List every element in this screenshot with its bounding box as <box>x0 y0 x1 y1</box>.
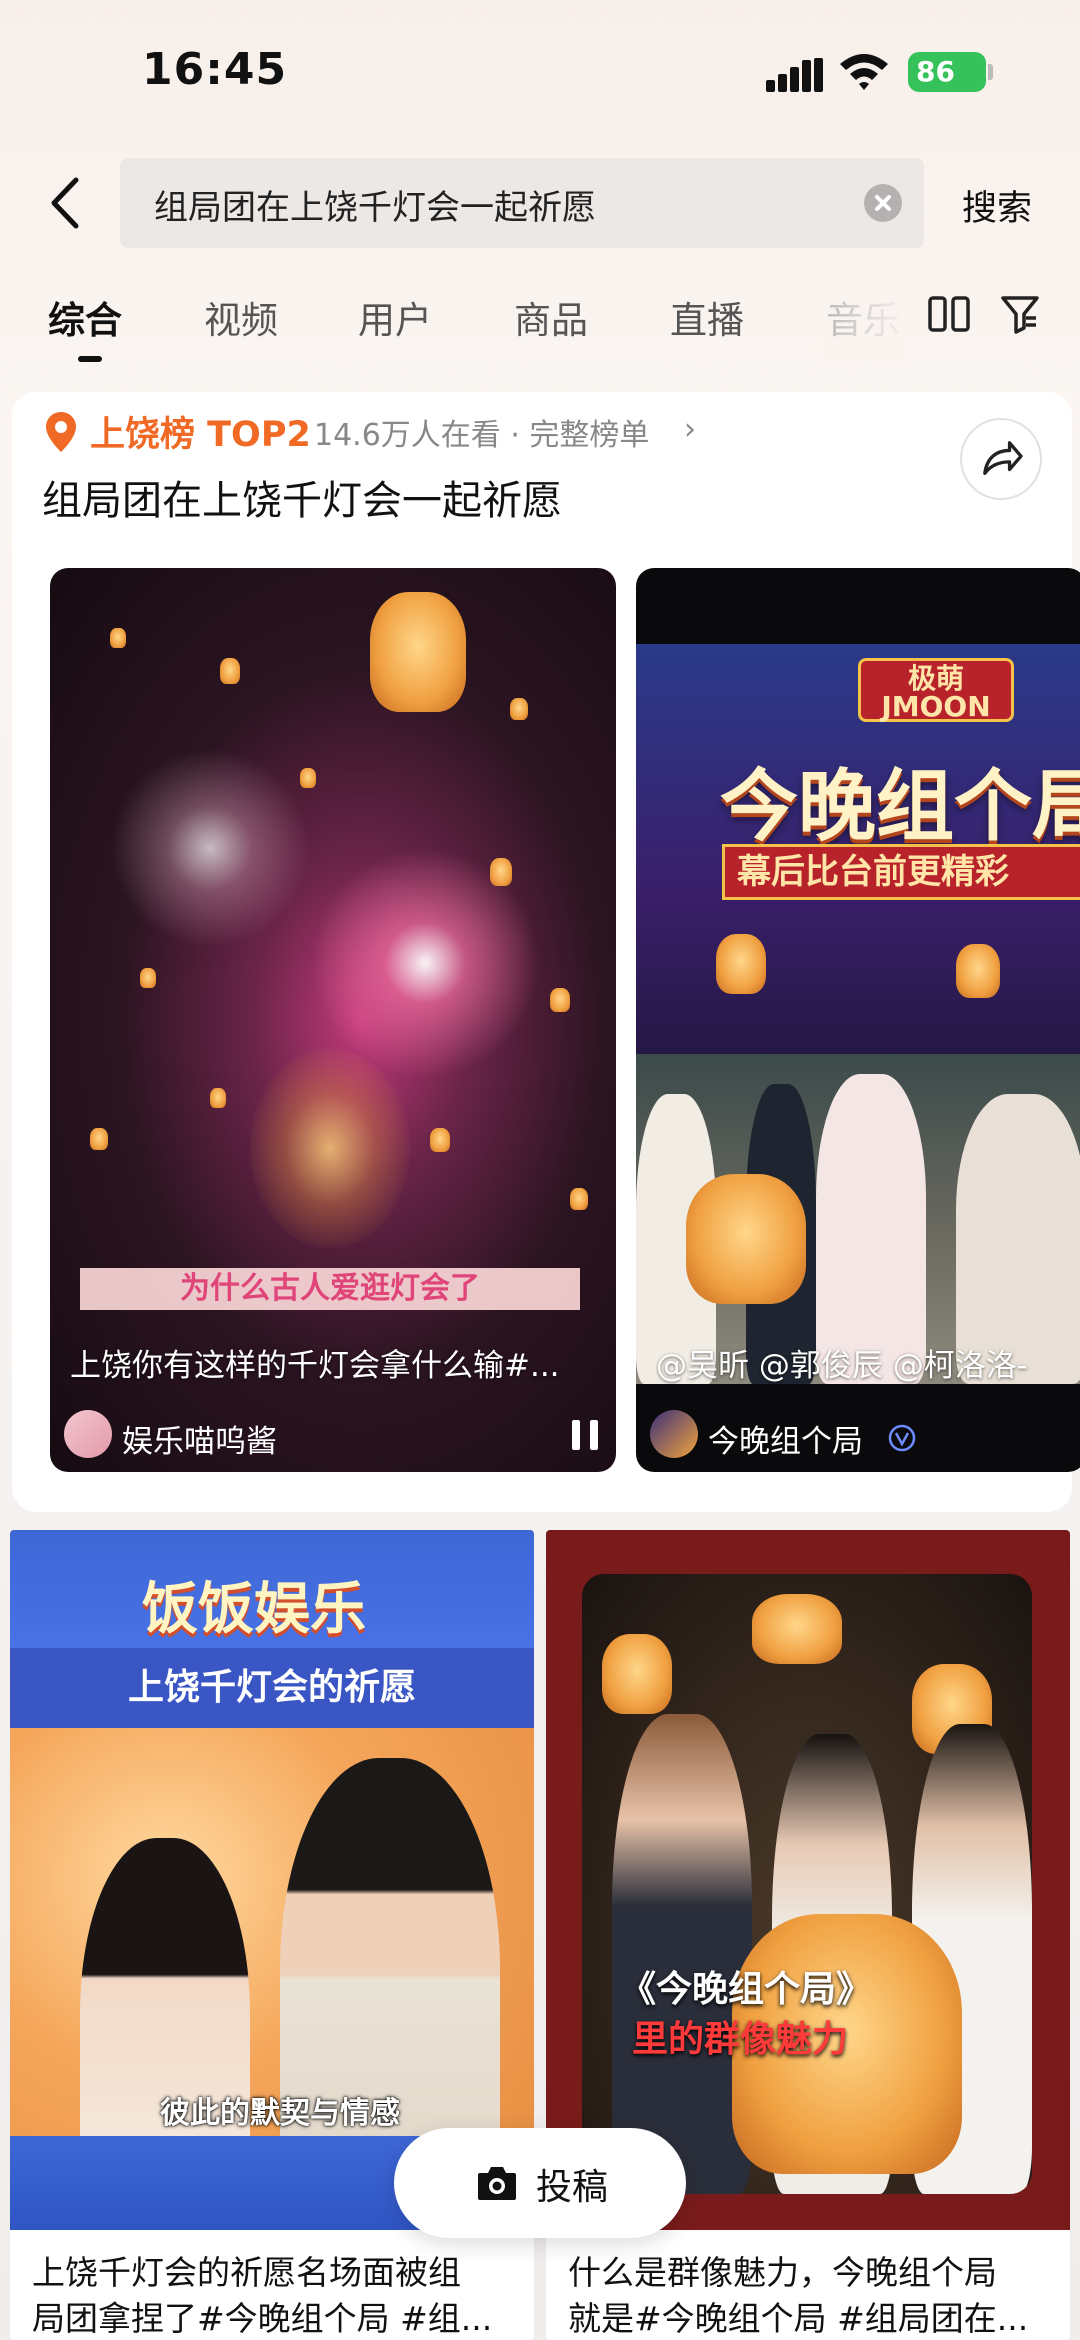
lantern <box>430 1128 450 1152</box>
chevron-right-icon: › <box>684 412 696 447</box>
avatar[interactable] <box>650 1410 698 1458</box>
tab-fade <box>800 284 910 364</box>
tab-all[interactable]: 综合 <box>48 290 122 344</box>
video-title[interactable]: 上饶你有这样的千灯会拿什么输#... <box>70 1340 590 1385</box>
card-thumbnail[interactable]: 饭饭娱乐 上饶千灯会的祈愿 彼此的默契与情感 <box>10 1530 534 2230</box>
video-title[interactable]: @吴昕 @郭俊辰 @柯洛洛- <box>656 1340 1076 1385</box>
lantern <box>550 988 570 1012</box>
rank-topic-title[interactable]: 组局团在上饶千灯会一起祈愿 <box>42 468 562 526</box>
card-thumbnail[interactable]: 《今晚组个局》 里的群像魅力 <box>546 1530 1070 2230</box>
card-text-line: 局团拿捏了#今晚组个局 #组... <box>32 2299 493 2338</box>
pause-icon[interactable] <box>570 1418 600 1452</box>
person <box>816 1074 926 1384</box>
tab-users[interactable]: 用户 <box>358 290 432 344</box>
thumb-subtitle: 彼此的默契与情感 <box>160 2096 400 2131</box>
lantern <box>510 698 528 720</box>
hot-rank-card[interactable]: 上饶榜 TOP2 14.6万人在看 · 完整榜单 › 组局团在上饶千灯会一起祈愿… <box>12 392 1080 1512</box>
camera-icon <box>478 2167 516 2200</box>
rank-name: 上饶榜 TOP2 <box>90 415 311 455</box>
tab-video[interactable]: 视频 <box>204 290 278 344</box>
battery-cap <box>988 64 993 80</box>
people-scene <box>636 1054 1080 1384</box>
lantern <box>140 968 156 988</box>
lantern <box>90 1128 108 1150</box>
video-overlay-caption: 为什么古人爱逛灯会了 <box>80 1268 580 1310</box>
lantern <box>716 934 766 994</box>
card-text-line: 上饶千灯会的祈愿名场面被组 <box>32 2253 461 2292</box>
big-lantern <box>370 592 466 712</box>
post-button[interactable]: 投稿 <box>394 2128 686 2238</box>
card-description[interactable]: 上饶千灯会的祈愿名场面被组 局团拿捏了#今晚组个局 #组... <box>32 2250 514 2340</box>
lantern <box>752 1594 842 1664</box>
lantern <box>110 628 126 648</box>
poster-subhead: 幕后比台前更精彩 <box>722 844 1080 900</box>
search-query[interactable]: 组局团在上饶千灯会一起祈愿 <box>154 180 596 229</box>
status-time: 16:45 <box>142 44 288 95</box>
firework <box>250 1048 410 1248</box>
search-button[interactable]: 搜索 <box>962 180 1032 231</box>
back-arrow-icon[interactable] <box>38 168 98 238</box>
share-button[interactable] <box>960 418 1042 500</box>
location-pin-icon <box>46 412 76 452</box>
card-text-line: 就是#今晚组个局 #组局团在... <box>568 2299 1029 2338</box>
firework <box>110 748 310 948</box>
wifi-icon <box>840 54 888 90</box>
tab-live[interactable]: 直播 <box>670 290 744 344</box>
lantern <box>686 1174 806 1304</box>
thumb-logo: 饭饭娱乐 <box>142 1577 366 1642</box>
tab-products[interactable]: 商品 <box>514 290 588 344</box>
firework <box>310 848 540 1078</box>
status-bar: 16:45 86 <box>0 0 1080 140</box>
thumb-subtitle: 里的群像魅力 <box>632 2019 849 2060</box>
card-description[interactable]: 什么是群像魅力，今晚组个局 就是#今晚组个局 #组局团在... <box>568 2250 1050 2340</box>
search-tabs: 综合 视频 用户 商品 直播 音乐 <box>0 284 1080 374</box>
person <box>612 1714 752 2194</box>
lantern <box>570 1188 588 1210</box>
video-tile-show[interactable]: 极萌 JMOON 今晚组个局 幕后比台前更精彩 @吴昕 @郭俊辰 @柯洛洛- 今… <box>636 568 1080 1472</box>
author-name[interactable]: 娱乐喵呜酱 <box>122 1416 277 1461</box>
thumb-title: 《今晚组个局》 <box>620 1969 873 2010</box>
thumb-frame <box>582 1574 1032 2194</box>
lantern <box>220 658 240 684</box>
lantern <box>956 944 1000 998</box>
brand-logo: 极萌 JMOON <box>858 658 1014 722</box>
active-tab-indicator <box>78 356 102 362</box>
lantern <box>300 768 316 788</box>
clear-icon[interactable] <box>864 184 902 222</box>
cellular-signal-icon <box>766 58 823 92</box>
rank-viewers: 14.6万人在看 · 完整榜单 <box>314 418 650 453</box>
lantern <box>210 1088 226 1108</box>
thumb-banner: 饭饭娱乐 上饶千灯会的祈愿 <box>10 1530 534 1728</box>
filter-icon[interactable] <box>1000 294 1040 334</box>
search-input[interactable]: 组局团在上饶千灯会一起祈愿 <box>120 158 924 248</box>
card-text-line: 什么是群像魅力，今晚组个局 <box>568 2253 997 2292</box>
share-arrow-icon <box>983 441 1023 475</box>
poster-banner: 极萌 JMOON 今晚组个局 幕后比台前更精彩 <box>636 644 1080 1054</box>
verified-icon <box>888 1424 916 1452</box>
lantern <box>602 1634 672 1714</box>
thumb-banner-text: 上饶千灯会的祈愿 <box>10 1648 534 1728</box>
post-label: 投稿 <box>536 2167 609 2208</box>
double-column-layout-icon[interactable] <box>928 296 970 332</box>
poster-headline: 今晚组个局 <box>720 762 1080 852</box>
video-tile-lanterns[interactable]: 为什么古人爱逛灯会了 上饶你有这样的千灯会拿什么输#... 娱乐喵呜酱 <box>50 568 616 1472</box>
battery-indicator: 86 <box>908 52 986 92</box>
avatar[interactable] <box>64 1410 112 1458</box>
author-name[interactable]: 今晚组个局 <box>708 1416 863 1461</box>
